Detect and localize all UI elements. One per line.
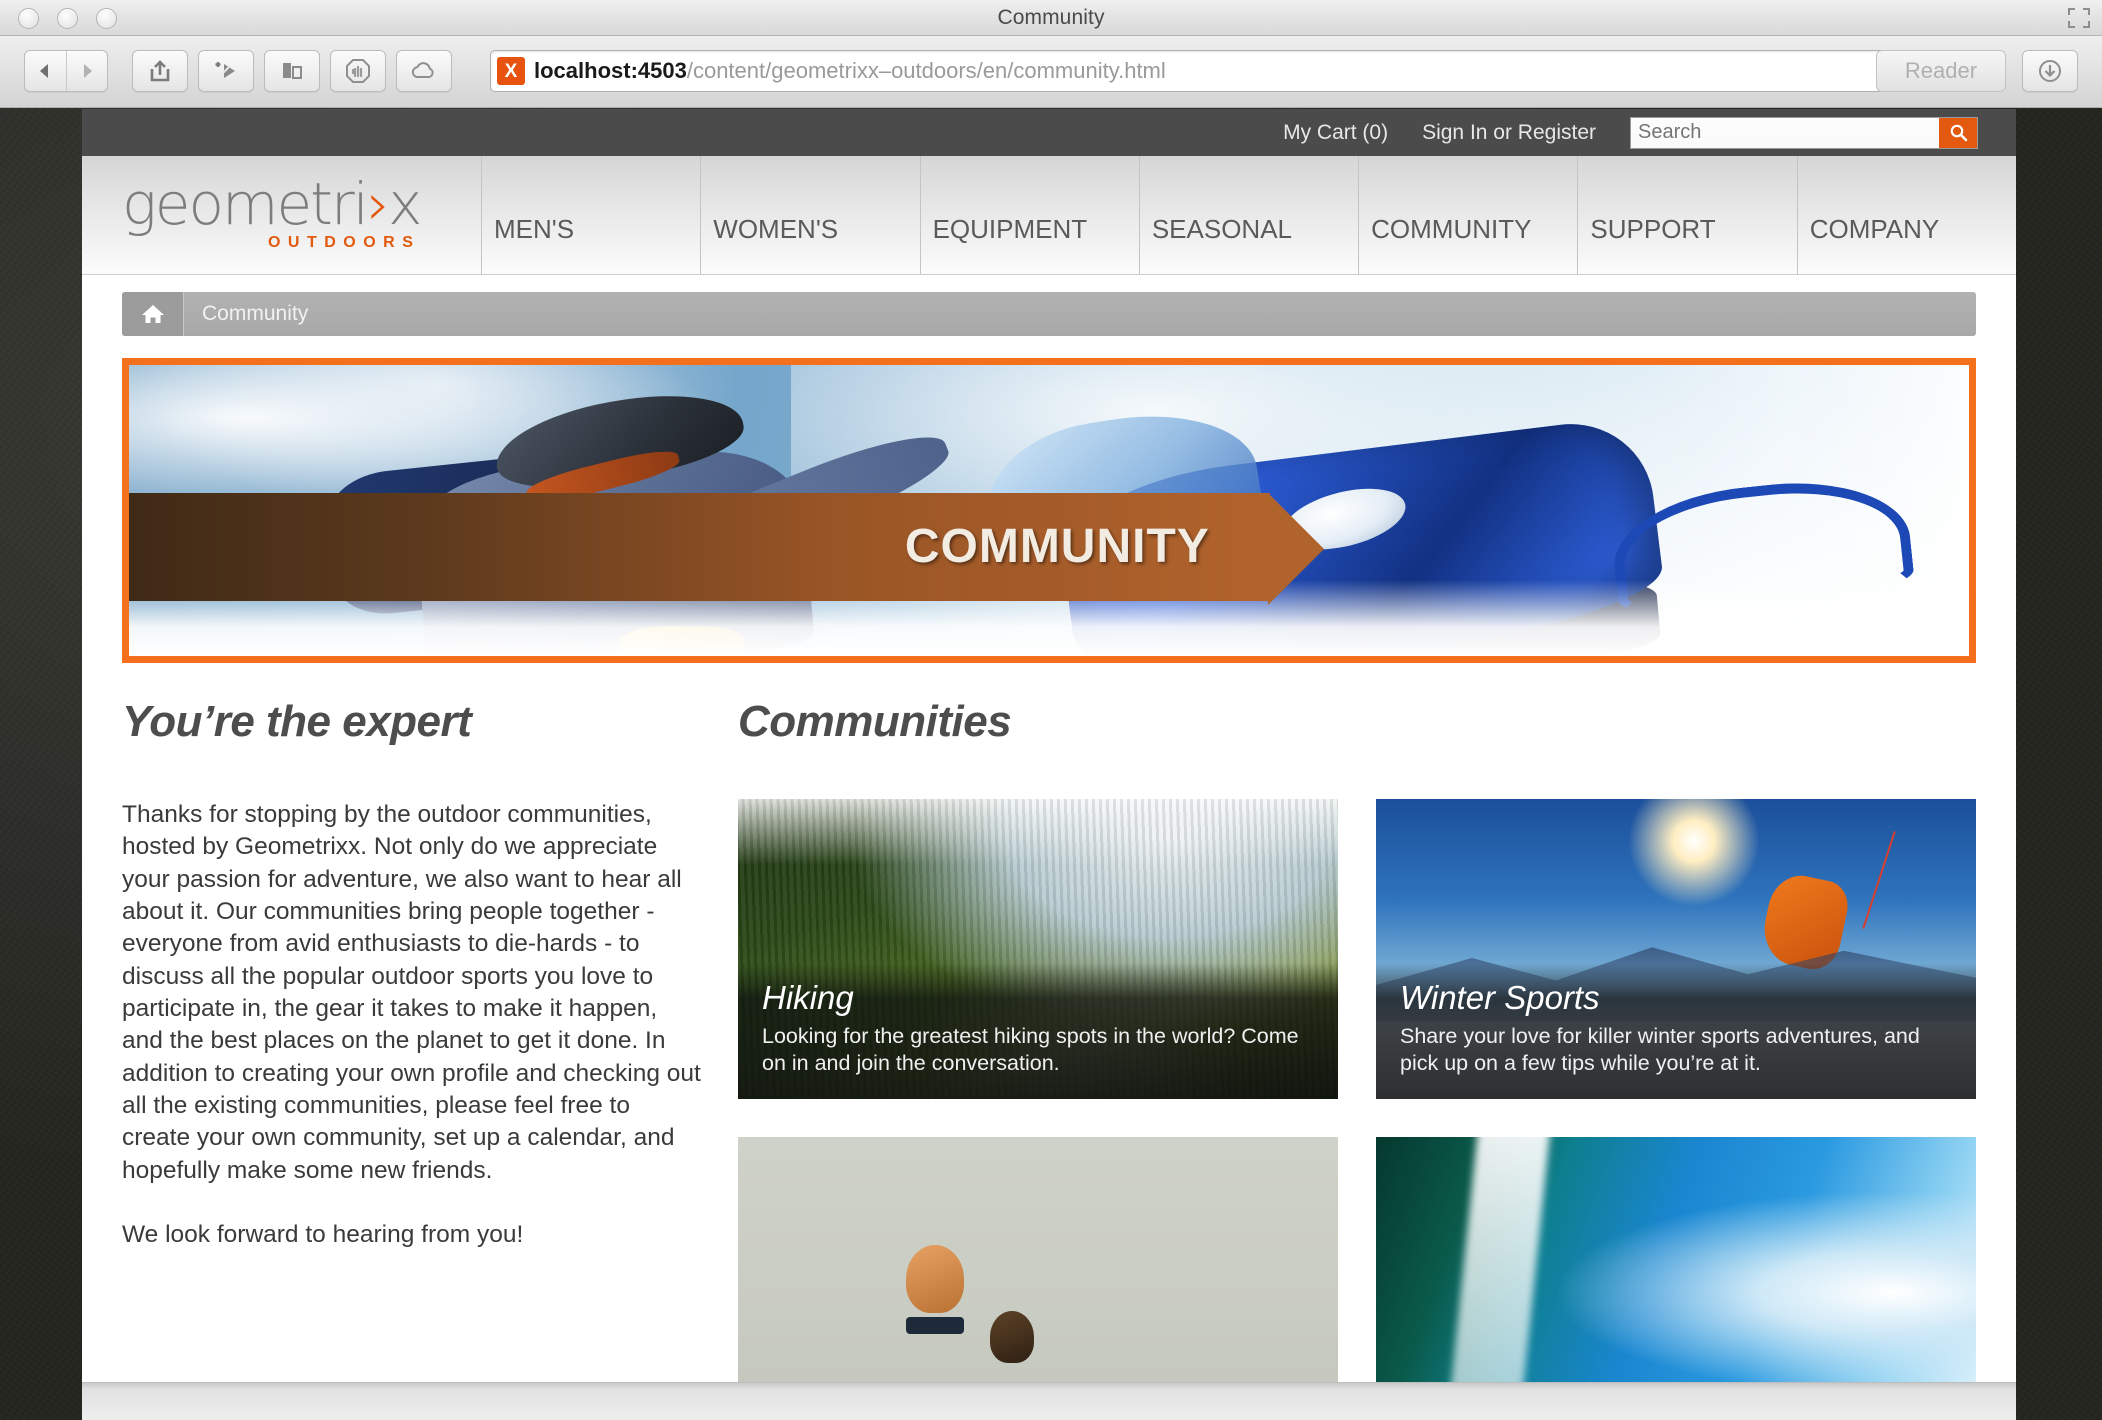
breadcrumb-current: Community — [202, 302, 309, 325]
search-button[interactable] — [1939, 117, 1977, 148]
address-bar[interactable]: X localhost:4503/content/geometrixx–outd… — [490, 50, 1926, 92]
communities-heading: Communities — [738, 697, 1012, 746]
back-button[interactable] — [25, 51, 66, 91]
add-bookmark-icon[interactable] — [198, 50, 254, 92]
url-text: localhost:4503/content/geometrixx–outdoo… — [534, 58, 1166, 84]
my-cart-link[interactable]: My Cart (0) — [1283, 121, 1388, 145]
fullscreen-icon[interactable] — [2066, 6, 2092, 30]
url-host: localhost:4503 — [534, 58, 687, 83]
nav-item-seasonal[interactable]: SEASONAL — [1140, 156, 1360, 274]
intro-paragraph-2: We look forward to hearing from you! — [122, 1220, 524, 1248]
browser-toolbar: X localhost:4503/content/geometrixx–outd… — [0, 36, 2102, 108]
nav-item-mens[interactable]: MEN'S — [482, 156, 702, 274]
community-card-beach[interactable] — [738, 1137, 1338, 1420]
hero-ribbon-label: COMMUNITY — [904, 520, 1210, 574]
winter-sports-caption: Winter Sports Share your love for killer… — [1376, 963, 1976, 1099]
intro-heading: You’re the expert — [122, 697, 472, 746]
site-badge-icon: X — [497, 57, 525, 85]
beach-photo — [738, 1137, 1338, 1420]
window-title-bar: Community — [0, 0, 2102, 36]
logo-text-part2: x — [388, 170, 422, 239]
nav-item-support[interactable]: SUPPORT — [1578, 156, 1798, 274]
page-viewport: My Cart (0) Sign In or Register geometri… — [82, 109, 2016, 1420]
hiking-caption: Hiking Looking for the greatest hiking s… — [738, 963, 1338, 1099]
utility-bar: My Cart (0) Sign In or Register — [82, 109, 2016, 156]
reader-button[interactable]: Reader — [1876, 50, 2006, 92]
tab-overview-icon[interactable] — [264, 50, 320, 92]
nav-item-community[interactable]: COMMUNITY — [1359, 156, 1579, 274]
stop-loading-icon[interactable] — [330, 50, 386, 92]
url-path: /content/geometrixx–outdoors/en/communit… — [686, 58, 1166, 83]
page-bottom-strip — [82, 1382, 2016, 1420]
winter-sports-card-title: Winter Sports — [1400, 979, 1600, 1017]
winter-sports-card-description: Share your love for killer winter sports… — [1400, 1024, 1920, 1076]
nav-item-equipment[interactable]: EQUIPMENT — [921, 156, 1140, 274]
intro-paragraph-1: Thanks for stopping by the outdoor commu… — [122, 801, 701, 1184]
hero-banner: COMMUNITY — [122, 358, 1976, 663]
search-box — [1630, 116, 1978, 149]
sign-in-register-link[interactable]: Sign In or Register — [1422, 121, 1596, 145]
breadcrumb-home-button[interactable] — [122, 292, 184, 336]
home-icon — [141, 305, 164, 323]
community-card-winter-sports[interactable]: Winter Sports Share your love for killer… — [1376, 799, 1976, 1099]
site-header: geometri›x OUTDOORS MEN'S WOMEN'S EQUIPM… — [82, 156, 2016, 275]
logo-wordmark: geometri›x — [122, 175, 422, 233]
intro-body: Thanks for stopping by the outdoor commu… — [122, 799, 702, 1251]
window-title: Community — [997, 6, 1105, 29]
breadcrumb-region: Community — [82, 275, 2016, 336]
community-card-hiking[interactable]: Hiking Looking for the greatest hiking s… — [738, 799, 1338, 1099]
community-card-surf[interactable] — [1376, 1137, 1976, 1420]
downloads-button[interactable] — [2022, 50, 2078, 92]
search-icon — [1950, 124, 1967, 142]
page-content: You’re the expert Thanks for stopping by… — [82, 663, 2016, 1420]
hero-ribbon: COMMUNITY — [129, 493, 1324, 605]
logo-text-part1: geometri — [122, 170, 369, 239]
share-button[interactable] — [132, 50, 188, 92]
communities-column: Communities Hiking Looking for the great… — [738, 697, 1976, 1420]
nav-item-womens[interactable]: WOMEN'S — [701, 156, 921, 274]
icloud-tabs-icon[interactable] — [396, 50, 452, 92]
nav-item-company[interactable]: COMPANY — [1798, 156, 2016, 274]
hiking-card-description: Looking for the greatest hiking spots in… — [762, 1024, 1299, 1076]
breadcrumb: Community — [122, 292, 1976, 336]
hiking-card-title: Hiking — [762, 979, 854, 1017]
logo-angle-glyph: › — [366, 170, 390, 239]
search-input[interactable] — [1631, 117, 1939, 148]
hero-region: COMMUNITY — [82, 336, 2016, 663]
browser-window: Community X localhost:4503/content/geome… — [0, 0, 2102, 1420]
forward-button[interactable] — [65, 51, 107, 91]
site-logo[interactable]: geometri›x OUTDOORS — [82, 156, 482, 274]
surf-photo — [1376, 1137, 1976, 1420]
intro-column: You’re the expert Thanks for stopping by… — [122, 697, 702, 1420]
nav-buttons — [24, 50, 108, 92]
community-card-grid: Hiking Looking for the greatest hiking s… — [738, 799, 1976, 1420]
